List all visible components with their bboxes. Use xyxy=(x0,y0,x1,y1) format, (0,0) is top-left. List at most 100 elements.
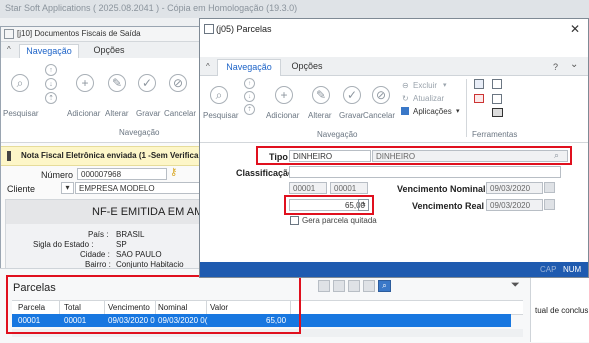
dialog-arrow-up-icon[interactable]: ↑ xyxy=(244,78,255,89)
gravar-icon[interactable]: ✓ xyxy=(138,74,156,92)
left-gravar-label: Gravar xyxy=(136,109,161,118)
dialog-tab-navegacao[interactable]: Navegação xyxy=(217,59,281,76)
venc-real-calendar-icon[interactable] xyxy=(544,199,555,210)
sigla-value: SP xyxy=(116,240,127,249)
dialog-navegacao-group-label: Navegação xyxy=(317,130,358,139)
nfe-banner: Nota Fiscal Eletrônica enviada (1 -Sem V… xyxy=(1,146,204,166)
cidade-value: SAO PAULO xyxy=(116,250,162,259)
sigla-label: Sigla do Estado : xyxy=(33,240,94,249)
pesquisar-icon[interactable]: ⌕ xyxy=(11,74,29,92)
arrow-up-icon[interactable]: ↑ xyxy=(45,64,57,76)
tools-divider xyxy=(466,79,467,137)
venc-real-label: Vencimento Real xyxy=(412,201,485,211)
dialog-cancelar-icon[interactable]: ⊘ xyxy=(372,86,390,104)
dialog-tab-opcoes[interactable]: Opções xyxy=(287,59,327,74)
dialog-cancelar-label: Cancelar xyxy=(363,111,396,120)
help-icon[interactable]: ? xyxy=(553,62,558,72)
parcela-total-field: 00001 xyxy=(330,182,368,194)
dialog-pesquisar-label: Pesquisar xyxy=(203,111,239,120)
aplicacoes-label[interactable]: Aplicações xyxy=(413,107,452,116)
dialog-arrow-down-icon[interactable]: ↓ xyxy=(244,91,255,102)
dialog-gravar-label: Gravar xyxy=(339,111,364,120)
cidade-label: Cidade : xyxy=(80,250,110,259)
dialog-pesquisar-icon[interactable]: ⌕ xyxy=(210,86,228,104)
ferramentas-group-label: Ferramentas xyxy=(472,130,518,139)
dialog-collapse-icon[interactable]: ^ xyxy=(206,62,210,71)
app-title-bar: Star Soft Applications ( 2025.08.2041 ) … xyxy=(0,0,589,18)
cliente-dropdown[interactable]: ▾ xyxy=(61,182,74,194)
nfe-status-text: NF-E EMITIDA EM AM xyxy=(92,206,204,218)
filter-icon[interactable]: ⏷ xyxy=(511,279,520,292)
excluir-icon[interactable]: ⊖ xyxy=(402,81,409,90)
grid-toolbar: ⌕ xyxy=(318,280,394,293)
left-tab-opcoes[interactable]: Opções xyxy=(89,44,129,57)
message-icon[interactable] xyxy=(474,94,484,103)
dialog-titlebar: (j05) Parcelas ✕ xyxy=(200,19,588,38)
tipo-highlight-box xyxy=(256,146,572,165)
excluir-label[interactable]: Excluir xyxy=(413,81,437,90)
aplicacoes-dropdown-icon[interactable]: ▾ xyxy=(456,107,460,115)
grid-search-icon[interactable]: ⌕ xyxy=(378,280,391,292)
cancelar-icon[interactable]: ⊘ xyxy=(169,74,187,92)
arrow-down-icon[interactable]: ↓ xyxy=(45,78,57,90)
alterar-icon[interactable]: ✎ xyxy=(108,74,126,92)
gera-quitada-checkbox[interactable] xyxy=(290,216,299,225)
dialog-adicionar-label: Adicionar xyxy=(266,111,300,120)
grid-new-icon[interactable] xyxy=(318,280,330,292)
venc-nominal-field: 09/03/2020 xyxy=(486,182,543,194)
arrow-first-icon[interactable]: ⇡ xyxy=(45,92,57,104)
grid-delete-icon[interactable] xyxy=(363,280,375,292)
valor-highlight-box xyxy=(284,195,374,215)
dialog-alterar-icon[interactable]: ✎ xyxy=(312,86,330,104)
grid-copy-icon[interactable] xyxy=(333,280,345,292)
dialog-window-icon xyxy=(204,24,214,34)
classificacao-field[interactable] xyxy=(289,166,561,178)
caps-lock-indicator: CAP xyxy=(540,265,557,274)
report-icon[interactable] xyxy=(474,79,484,89)
numero-field[interactable]: 000007968 xyxy=(77,168,167,180)
venc-nominal-calendar-icon[interactable] xyxy=(544,182,555,193)
cliente-label: Cliente xyxy=(7,184,36,194)
cliente-field[interactable]: EMPRESA MODELO xyxy=(75,182,203,194)
dialog-ribbon: ⌕ ↑ ↓ ⇡ Pesquisar + ✎ ✓ ⊘ Adicionar Alte… xyxy=(200,76,588,143)
left-tab-navegacao[interactable]: Navegação xyxy=(19,44,79,59)
status-panel: NF-E EMITIDA EM AM País : BRASIL Sigla d… xyxy=(5,199,205,269)
collapse-ribbon-icon[interactable]: ^ xyxy=(7,45,11,54)
dialog-title: (j05) Parcelas xyxy=(216,24,272,34)
dialog-arrow-first-icon[interactable]: ⇡ xyxy=(244,104,255,115)
window-icon xyxy=(4,29,14,39)
document-icon[interactable] xyxy=(492,94,502,104)
gera-quitada-label: Gera parcela quitada xyxy=(302,216,377,225)
num-lock-indicator: NUM xyxy=(563,265,582,274)
grid-edit-icon[interactable] xyxy=(348,280,360,292)
parcela-number-field: 00001 xyxy=(289,182,327,194)
copy-icon[interactable] xyxy=(492,79,502,89)
dialog-statusbar: CAP NUM xyxy=(200,262,588,277)
print-icon[interactable] xyxy=(492,108,503,117)
venc-nominal-label: Vencimento Nominal xyxy=(397,184,486,194)
dialog-adicionar-icon[interactable]: + xyxy=(275,86,293,104)
app-title: Star Soft Applications ( 2025.08.2041 ) … xyxy=(5,3,298,13)
numero-label: Número xyxy=(41,170,74,180)
adicionar-icon[interactable]: + xyxy=(76,74,94,92)
atualizar-label[interactable]: Atualizar xyxy=(413,94,444,103)
aplicacoes-icon[interactable] xyxy=(401,107,409,115)
parcelas-highlight-box xyxy=(6,275,301,334)
close-icon[interactable]: ✕ xyxy=(570,22,580,36)
pais-value: BRASIL xyxy=(116,230,145,239)
excluir-dropdown-icon[interactable]: ▾ xyxy=(443,81,447,89)
left-window-title: [j10] Documentos Fiscais de Saída xyxy=(17,29,141,38)
left-ribbon: ⌕ ↑ ↓ ⇡ Pesquisar + ✎ ✓ ⊘ Adicionar Alte… xyxy=(1,58,204,143)
nfe-banner-text: Nota Fiscal Eletrônica enviada (1 -Sem V… xyxy=(21,151,199,160)
parcelas-dialog: (j05) Parcelas ✕ ^ Navegação Opções ? ⌄ … xyxy=(199,18,589,278)
left-alterar-label: Alterar xyxy=(105,109,129,118)
left-window-titlebar: [j10] Documentos Fiscais de Saída xyxy=(1,27,204,42)
atualizar-icon[interactable]: ↻ xyxy=(402,94,409,103)
dialog-gravar-icon[interactable]: ✓ xyxy=(343,86,361,104)
parcelas-right-area: tual de conclus xyxy=(530,270,589,342)
left-pesquisar-label: Pesquisar xyxy=(3,109,39,118)
key-icon[interactable]: ⚷ xyxy=(170,167,177,178)
minimize-ribbon-icon[interactable]: ⌄ xyxy=(570,59,578,70)
left-navegacao-group-label: Navegação xyxy=(119,128,160,137)
venc-real-field: 09/03/2020 xyxy=(486,199,543,211)
